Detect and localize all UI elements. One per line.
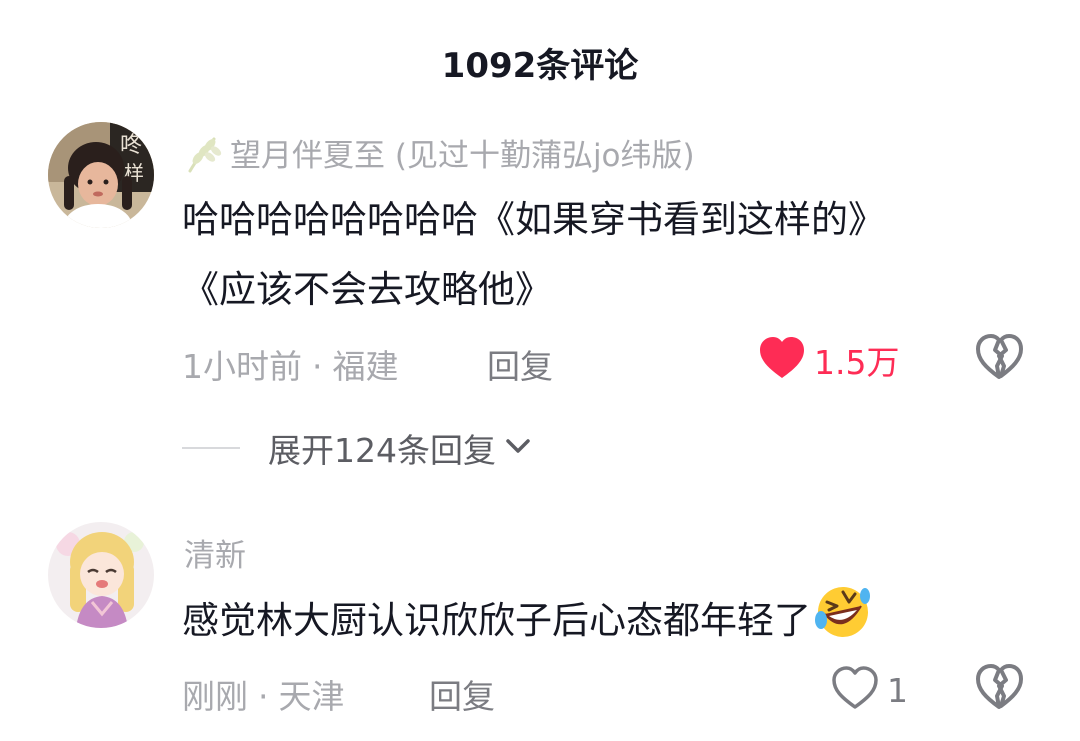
comment-meta: 1小时前 · 福建	[182, 340, 399, 388]
comment-time: 1小时前	[182, 347, 302, 386]
expand-replies-button[interactable]: 展开124条回复	[182, 424, 532, 472]
reply-button[interactable]: 回复	[429, 670, 495, 718]
comment-text-line: 《应该不会去攻略他》	[182, 268, 552, 311]
like-count: 1.5万	[814, 343, 900, 382]
expand-replies-label: 展开124条回复	[268, 431, 496, 470]
broken-heart-icon	[976, 664, 1023, 709]
comment-meta: 刚刚 · 天津	[182, 670, 345, 718]
like-button[interactable]: 1	[831, 666, 908, 714]
comment-username[interactable]: 清新	[184, 530, 246, 575]
comment-time: 刚刚	[182, 677, 248, 716]
wheat-badge-icon	[184, 135, 224, 181]
comment-text-line: 哈哈哈哈哈哈哈哈《如果穿书看到这样的》	[182, 198, 885, 241]
comment-text: 感觉林大厨认识欣欣子后心态都年轻了	[182, 599, 811, 642]
reply-button[interactable]: 回复	[487, 340, 553, 388]
comment-text-line: 感觉林大厨认识欣欣子后心态都年轻了	[182, 584, 873, 661]
comment-location: 天津	[278, 677, 345, 716]
broken-heart-icon	[976, 334, 1023, 379]
username-text: 望月伴夏至 (见过十勤蒲弘jo纬版)	[230, 138, 695, 174]
chevron-down-icon	[504, 436, 532, 460]
comment-location: 福建	[332, 347, 399, 386]
comment-username[interactable]: 望月伴夏至 (见过十勤蒲弘jo纬版)	[184, 130, 695, 181]
heart-outline-icon	[831, 666, 879, 714]
heart-filled-icon	[758, 336, 806, 384]
avatar[interactable]: 咚 样	[48, 122, 154, 228]
rofl-emoji-icon	[813, 584, 873, 661]
meta-separator: ·	[258, 677, 269, 716]
dislike-button[interactable]	[975, 664, 1023, 712]
comments-count-title: 1092条评论	[441, 46, 639, 86]
like-count: 1	[887, 670, 908, 710]
dislike-button[interactable]	[975, 334, 1023, 382]
svg-text:咚: 咚	[120, 133, 142, 158]
meta-separator: ·	[312, 347, 323, 386]
expand-divider-line	[182, 447, 240, 449]
avatar[interactable]	[48, 522, 154, 628]
like-button[interactable]: 1.5万	[758, 336, 899, 384]
